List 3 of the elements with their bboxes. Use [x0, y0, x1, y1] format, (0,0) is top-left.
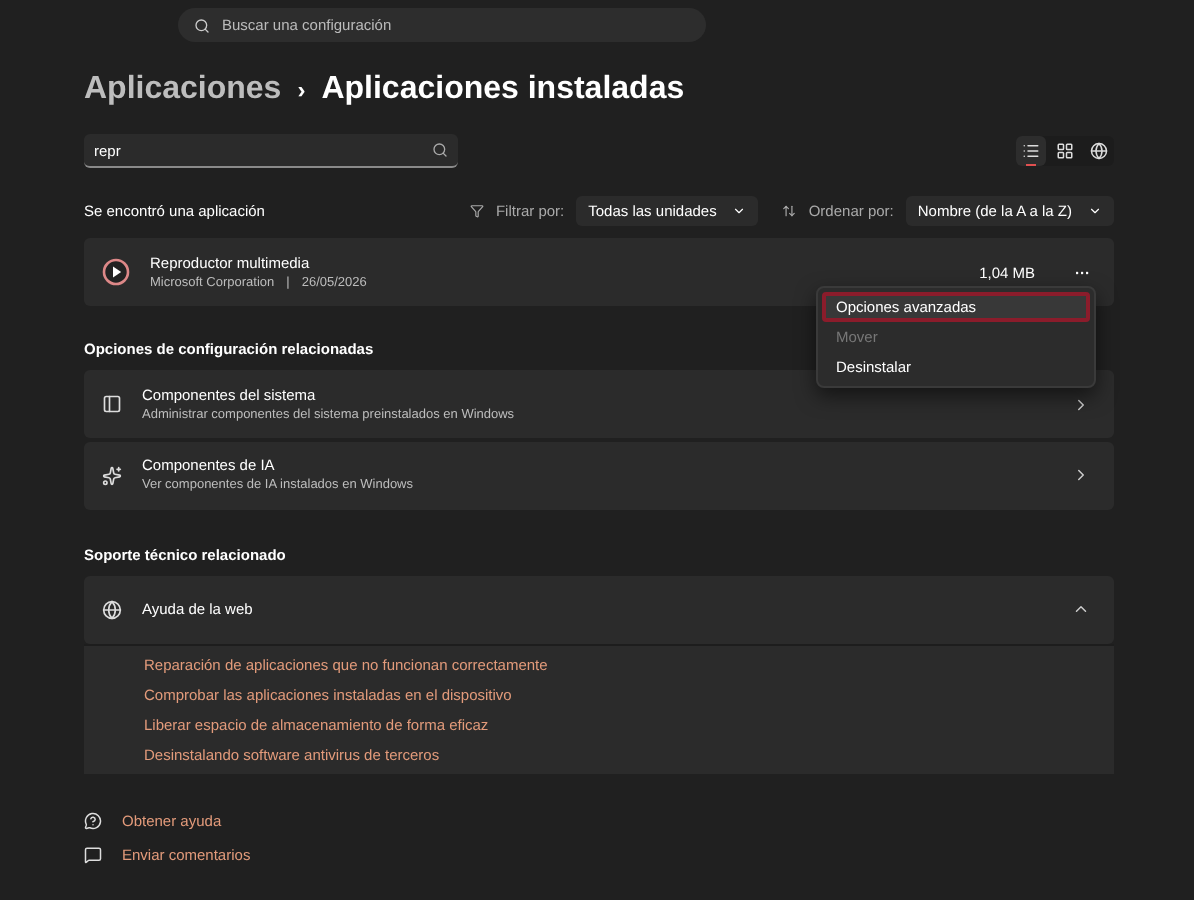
breadcrumb-link[interactable]: Aplicaciones	[84, 72, 282, 108]
breadcrumb-separator: ›	[297, 81, 306, 99]
page-title: Aplicaciones instaladas	[321, 72, 685, 108]
